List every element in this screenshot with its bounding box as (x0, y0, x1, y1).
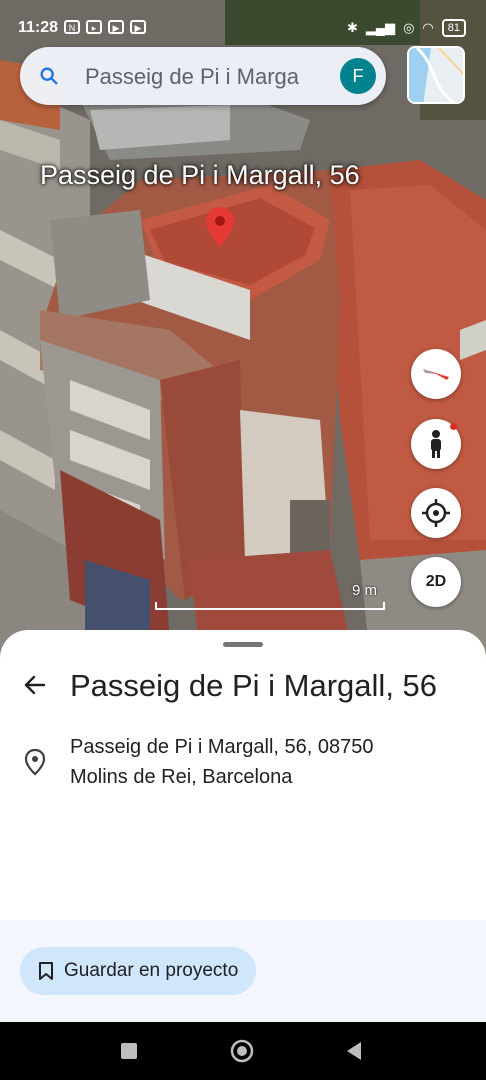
hotspot-icon: ◎ (403, 20, 415, 35)
status-time: 11:28 (18, 19, 59, 36)
street-view-button[interactable] (411, 419, 461, 469)
place-address[interactable]: Passeig de Pi i Margall, 56, 08750 Molin… (70, 732, 374, 792)
search-input[interactable]: Passeig de Pi i Marga (85, 64, 335, 90)
place-title: Passeig de Pi i Margall, 56 (70, 668, 438, 703)
map-place-label: Passeig de Pi i Margall, 56 (40, 160, 360, 190)
map-thumbnail-icon (409, 48, 463, 102)
wifi-icon: ◠ (422, 20, 434, 35)
search-bar[interactable]: Passeig de Pi i Marga F (20, 47, 386, 105)
nfc-icon: N (64, 20, 80, 34)
search-icon[interactable] (38, 65, 60, 87)
scale-bar (155, 602, 385, 610)
compass-button[interactable] (411, 349, 461, 399)
battery-icon: 81 (441, 19, 466, 37)
scale-label: 9 m (351, 582, 377, 599)
recent-apps-icon[interactable] (117, 1039, 141, 1063)
sheet-drag-handle[interactable] (223, 642, 263, 647)
home-icon[interactable] (230, 1039, 254, 1063)
youtube-icon: ▶ (108, 20, 124, 34)
view-2d-button[interactable]: 2D (411, 557, 461, 607)
app-notification-icon: ▸ (86, 20, 102, 34)
address-line-1: Passeig de Pi i Margall, 56, 08750 (70, 736, 374, 758)
location-marker-icon[interactable] (206, 207, 234, 247)
back-nav-icon[interactable] (343, 1039, 367, 1063)
bookmark-icon (39, 962, 53, 980)
map-type-button[interactable] (407, 46, 465, 104)
save-to-project-button[interactable]: Guardar en proyecto (20, 947, 257, 995)
my-location-button[interactable] (411, 488, 461, 538)
save-button-label: Guardar en proyecto (64, 960, 239, 981)
location-pin-icon (24, 748, 46, 776)
status-notification-icons: N ▸ ▶ ▶ (64, 20, 146, 34)
account-avatar[interactable]: F (340, 58, 376, 94)
crosshair-icon (422, 499, 450, 527)
arrow-left-icon[interactable] (22, 672, 48, 698)
map-scale: 9 m (155, 582, 385, 610)
youtube-icon: ▶ (130, 20, 146, 34)
notification-dot (450, 423, 457, 430)
signal-icon: ▂▄▆ (365, 20, 396, 35)
compass-icon (423, 369, 449, 380)
status-bar: 11:28 N ▸ ▶ ▶ ✱ ▂▄▆ ◎ ◠ 81 (0, 0, 486, 40)
system-navigation-bar (0, 1022, 486, 1080)
place-details-sheet: Passeig de Pi i Margall, 56 Passeig de P… (0, 630, 486, 1022)
status-system-icons: ✱ ▂▄▆ ◎ ◠ 81 (347, 19, 466, 37)
actions-bar: Guardar en proyecto (0, 920, 486, 1022)
address-line-2: Molins de Rei, Barcelona (70, 766, 293, 788)
bluetooth-icon: ✱ (346, 20, 358, 35)
